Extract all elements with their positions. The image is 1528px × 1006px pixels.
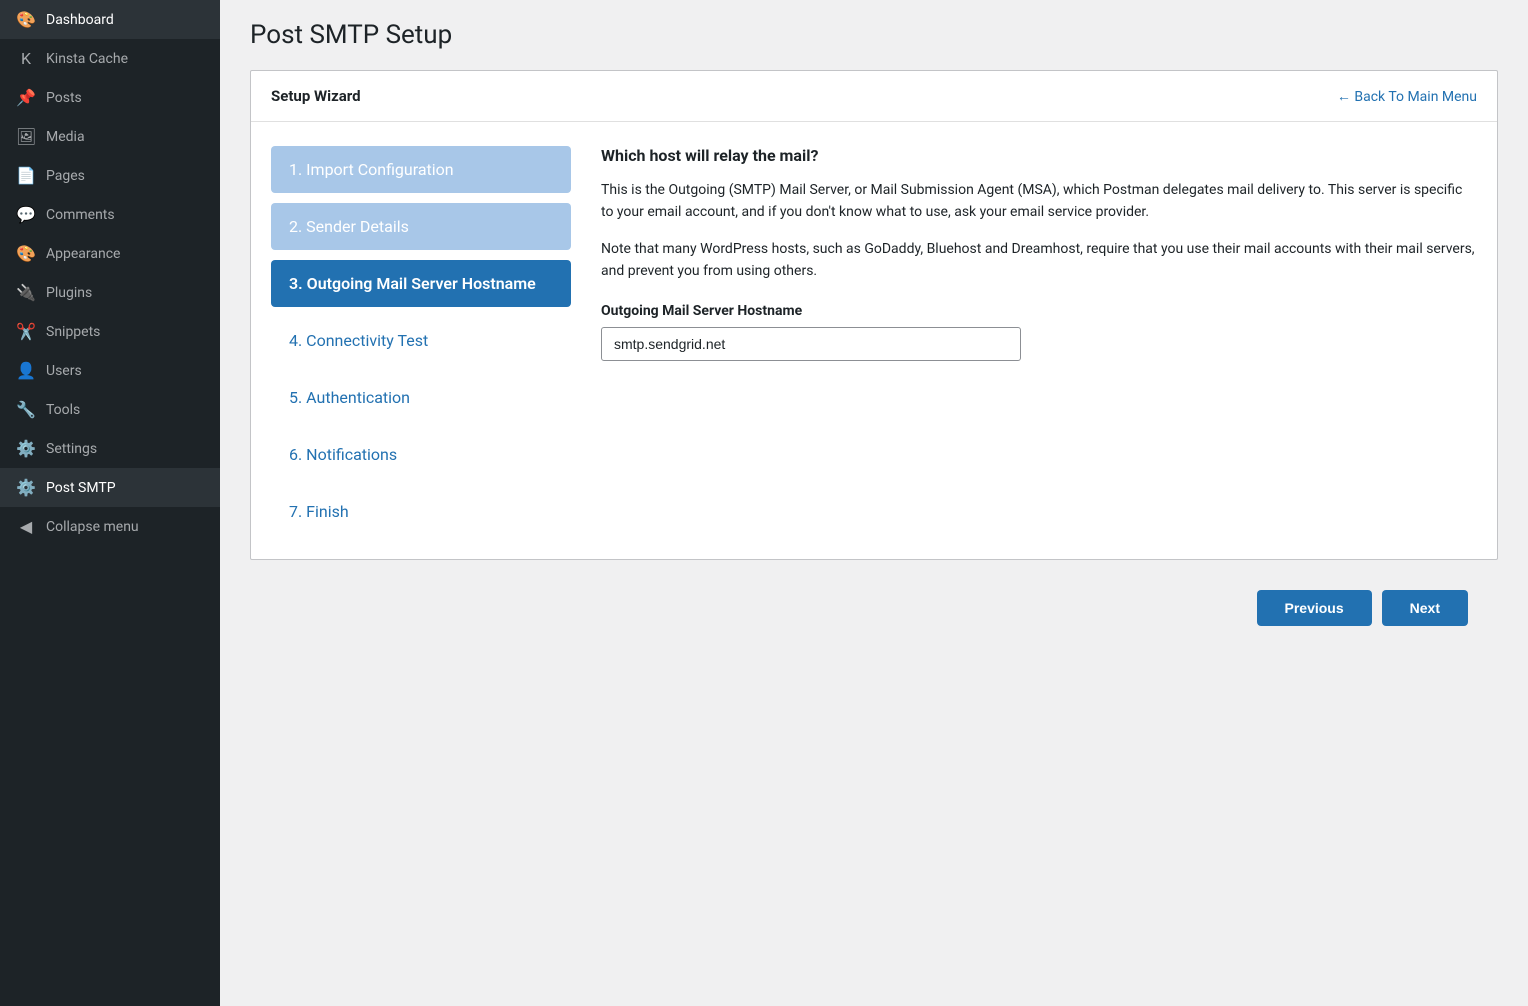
sidebar-item-post-smtp[interactable]: ⚙️ Post SMTP	[0, 468, 220, 507]
sidebar-item-kinsta-cache[interactable]: K Kinsta Cache	[0, 39, 220, 78]
step-step6[interactable]: 6. Notifications	[271, 431, 571, 478]
step-step2[interactable]: 2. Sender Details	[271, 203, 571, 250]
sidebar: 🎨 Dashboard K Kinsta Cache 📌 Posts 🖼 Media 📄 Page…	[0, 0, 220, 1006]
sidebar-icon-comments: 💬	[16, 205, 36, 224]
card-header-title: Setup Wizard	[271, 87, 361, 105]
sidebar-icon-media: 🖼	[16, 127, 36, 146]
sidebar-icon-users: 👤	[16, 361, 36, 380]
step-step4[interactable]: 4. Connectivity Test	[271, 317, 571, 364]
sidebar-label-post-smtp: Post SMTP	[46, 480, 116, 496]
sidebar-item-users[interactable]: 👤 Users	[0, 351, 220, 390]
sidebar-label-collapse-menu: Collapse menu	[46, 519, 139, 535]
sidebar-label-settings: Settings	[46, 441, 97, 457]
hostname-input[interactable]	[601, 327, 1021, 361]
sidebar-item-plugins[interactable]: 🔌 Plugins	[0, 273, 220, 312]
content-note: Note that many WordPress hosts, such as …	[601, 238, 1477, 283]
sidebar-icon-plugins: 🔌	[16, 283, 36, 302]
field-label: Outgoing Mail Server Hostname	[601, 303, 1477, 319]
sidebar-label-tools: Tools	[46, 402, 80, 418]
step-step5[interactable]: 5. Authentication	[271, 374, 571, 421]
sidebar-item-comments[interactable]: 💬 Comments	[0, 195, 220, 234]
sidebar-item-media[interactable]: 🖼 Media	[0, 117, 220, 156]
sidebar-label-plugins: Plugins	[46, 285, 92, 301]
sidebar-item-pages[interactable]: 📄 Pages	[0, 156, 220, 195]
sidebar-label-snippets: Snippets	[46, 324, 100, 340]
sidebar-icon-post-smtp: ⚙️	[16, 478, 36, 497]
sidebar-label-kinsta-cache: Kinsta Cache	[46, 51, 128, 67]
sidebar-icon-pages: 📄	[16, 166, 36, 185]
next-button[interactable]: Next	[1382, 590, 1468, 626]
content-panel: Which host will relay the mail? This is …	[601, 146, 1477, 535]
sidebar-icon-tools: 🔧	[16, 400, 36, 419]
sidebar-label-posts: Posts	[46, 90, 82, 106]
card-header: Setup Wizard ← Back To Main Menu	[251, 71, 1497, 122]
sidebar-label-dashboard: Dashboard	[46, 12, 114, 28]
step-step7[interactable]: 7. Finish	[271, 488, 571, 535]
footer-buttons: Previous Next	[250, 570, 1498, 646]
sidebar-label-users: Users	[46, 363, 82, 379]
sidebar-item-tools[interactable]: 🔧 Tools	[0, 390, 220, 429]
content-description: This is the Outgoing (SMTP) Mail Server,…	[601, 179, 1477, 224]
page-title: Post SMTP Setup	[250, 20, 1498, 50]
sidebar-icon-posts: 📌	[16, 88, 36, 107]
main-content: Post SMTP Setup Setup Wizard ← Back To M…	[220, 0, 1528, 1006]
step-step3[interactable]: 3. Outgoing Mail Server Hostname	[271, 260, 571, 307]
back-to-main-menu-link[interactable]: ← Back To Main Menu	[1337, 88, 1477, 105]
step-step1[interactable]: 1. Import Configuration	[271, 146, 571, 193]
previous-button[interactable]: Previous	[1257, 590, 1372, 626]
steps-panel: 1. Import Configuration 2. Sender Details…	[271, 146, 571, 535]
sidebar-item-collapse-menu[interactable]: ◀ Collapse menu	[0, 507, 220, 546]
sidebar-icon-settings: ⚙️	[16, 439, 36, 458]
sidebar-item-settings[interactable]: ⚙️ Settings	[0, 429, 220, 468]
sidebar-label-appearance: Appearance	[46, 246, 120, 262]
card-body: 1. Import Configuration 2. Sender Details…	[251, 122, 1497, 559]
sidebar-label-pages: Pages	[46, 168, 85, 184]
sidebar-icon-collapse-menu: ◀	[16, 517, 36, 536]
sidebar-icon-appearance: 🎨	[16, 244, 36, 263]
sidebar-icon-snippets: ✂️	[16, 322, 36, 341]
sidebar-item-appearance[interactable]: 🎨 Appearance	[0, 234, 220, 273]
sidebar-icon-kinsta-cache: K	[16, 49, 36, 68]
sidebar-label-comments: Comments	[46, 207, 115, 223]
sidebar-label-media: Media	[46, 129, 85, 145]
sidebar-item-posts[interactable]: 📌 Posts	[0, 78, 220, 117]
sidebar-icon-dashboard: 🎨	[16, 10, 36, 29]
sidebar-item-snippets[interactable]: ✂️ Snippets	[0, 312, 220, 351]
setup-card: Setup Wizard ← Back To Main Menu 1. Impo…	[250, 70, 1498, 560]
content-question: Which host will relay the mail?	[601, 146, 1477, 165]
sidebar-item-dashboard[interactable]: 🎨 Dashboard	[0, 0, 220, 39]
